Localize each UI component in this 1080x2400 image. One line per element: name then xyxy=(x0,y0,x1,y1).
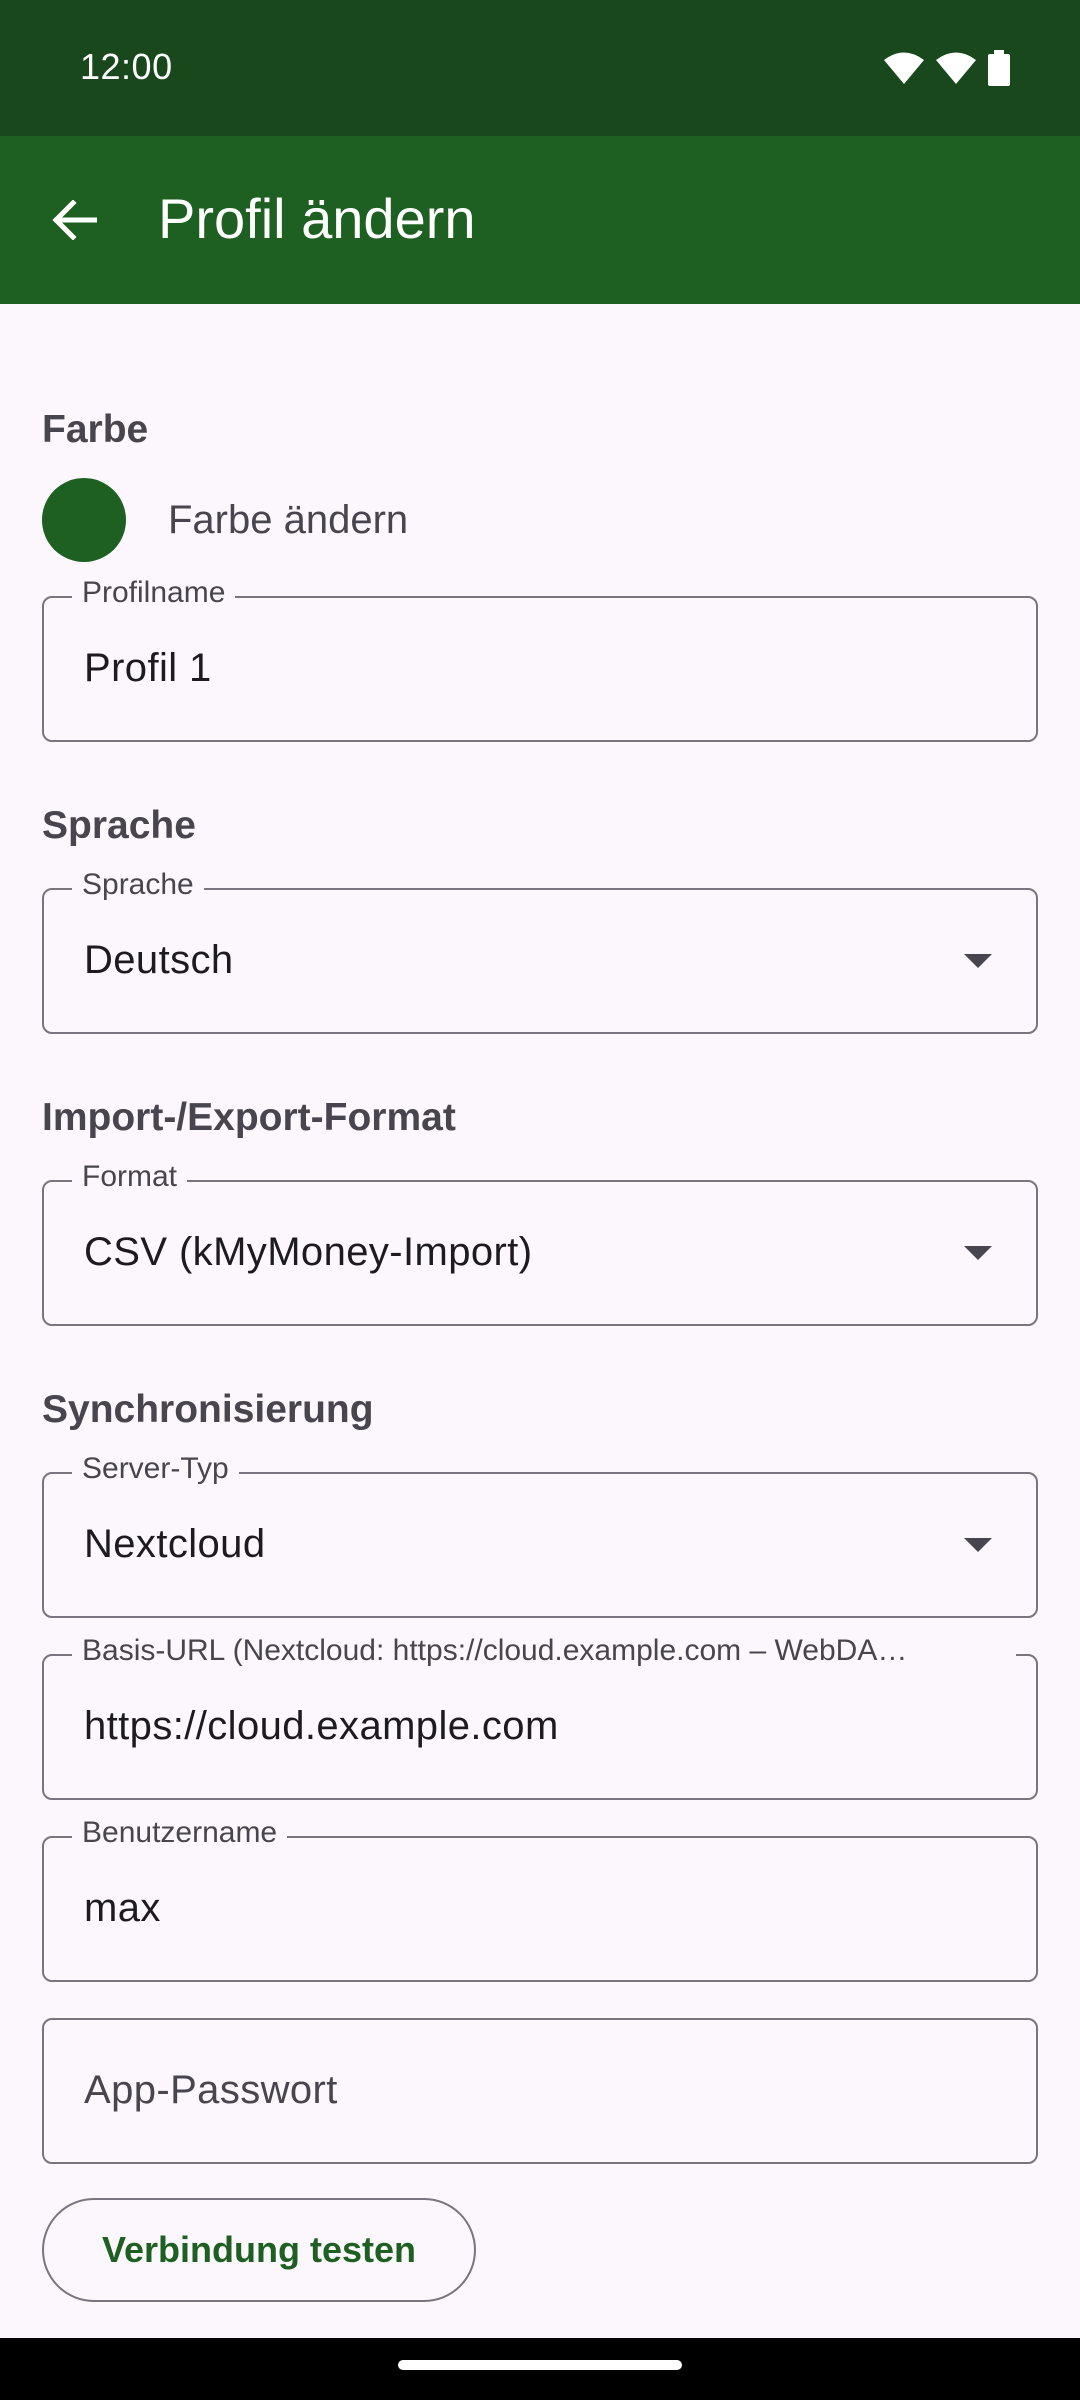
profile-name-label: Profilname xyxy=(72,576,236,610)
server-type-select[interactable]: Server-Typ Nextcloud xyxy=(42,1452,1038,1618)
language-section-heading: Sprache xyxy=(42,804,196,847)
battery-icon xyxy=(988,50,1010,86)
status-time: 12:00 xyxy=(80,46,173,87)
status-icons xyxy=(884,48,1010,88)
profile-name-value[interactable]: Profil 1 xyxy=(84,646,212,691)
language-select[interactable]: Sprache Deutsch xyxy=(42,868,1038,1034)
format-label: Format xyxy=(72,1160,188,1194)
status-bar: 12:00 xyxy=(0,0,1080,136)
format-select[interactable]: Format CSV (kMyMoney-Import) xyxy=(42,1160,1038,1326)
color-swatch[interactable] xyxy=(42,478,126,562)
dropdown-arrow-icon xyxy=(964,954,992,968)
test-connection-button[interactable]: Verbindung testen xyxy=(42,2198,476,2302)
wifi-icon xyxy=(884,52,924,84)
server-type-value: Nextcloud xyxy=(84,1522,266,1566)
base-url-field[interactable]: Basis-URL (Nextcloud: https://cloud.exam… xyxy=(42,1634,1038,1800)
navigation-bar xyxy=(0,2338,1080,2400)
base-url-label: Basis-URL (Nextcloud: https://cloud.exam… xyxy=(72,1634,1016,1668)
wifi-icon xyxy=(936,52,976,84)
format-section-heading: Import-/Export-Format xyxy=(42,1096,456,1139)
language-label: Sprache xyxy=(72,868,204,902)
username-field[interactable]: Benutzername max xyxy=(42,1816,1038,1982)
app-password-placeholder[interactable]: App-Passwort xyxy=(84,2068,338,2113)
server-type-label: Server-Typ xyxy=(72,1452,239,1486)
dropdown-arrow-icon xyxy=(964,1538,992,1552)
format-value: CSV (kMyMoney-Import) xyxy=(84,1230,533,1274)
profile-name-field[interactable]: Profilname Profil 1 xyxy=(42,576,1038,742)
language-value: Deutsch xyxy=(84,938,234,982)
username-label: Benutzername xyxy=(72,1816,288,1850)
back-button[interactable] xyxy=(34,172,114,268)
dropdown-arrow-icon xyxy=(964,1246,992,1260)
app-bar: Profil ändern xyxy=(0,136,1080,304)
change-color-button[interactable]: Farbe ändern xyxy=(168,498,408,543)
username-value[interactable]: max xyxy=(84,1886,161,1931)
app-password-field[interactable]: App-Passwort xyxy=(42,2018,1038,2164)
base-url-value[interactable]: https://cloud.example.com xyxy=(84,1704,559,1749)
page-title: Profil ändern xyxy=(158,187,476,250)
gesture-handle[interactable] xyxy=(398,2360,682,2370)
sync-section-heading: Synchronisierung xyxy=(42,1388,374,1431)
arrow-back-icon xyxy=(52,200,97,240)
color-section-heading: Farbe xyxy=(42,408,149,451)
